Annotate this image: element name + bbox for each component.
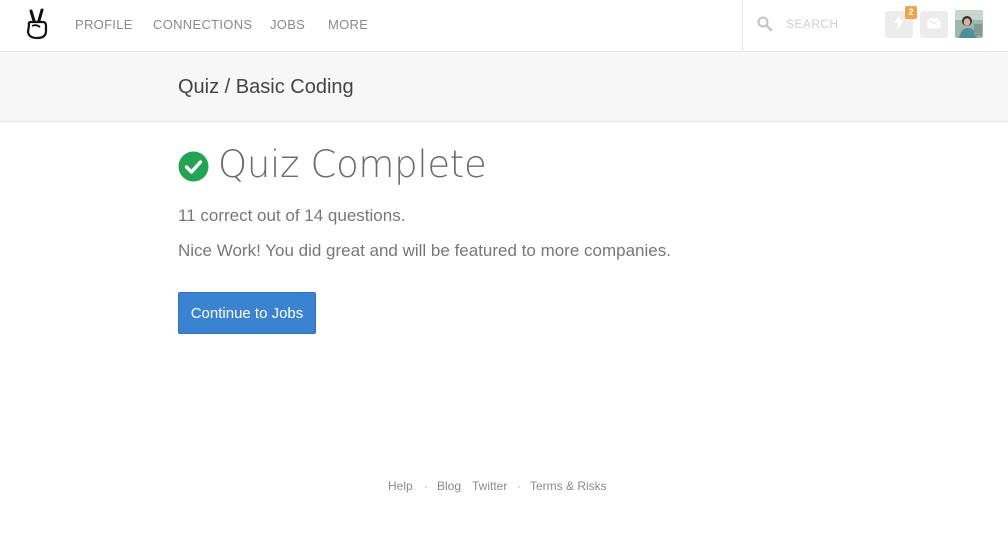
page-header: Quiz / Basic Coding [0,52,1008,122]
page-title: Quiz Complete [218,143,487,186]
nav-more[interactable]: MORE [328,17,368,32]
footer-separator: · [517,479,521,493]
check-circle-icon [178,151,209,182]
envelope-icon [927,16,941,34]
footer-link-terms[interactable]: Terms & Risks [530,479,607,493]
nav-connections[interactable]: CONNECTIONS [153,17,252,32]
messages-button[interactable] [920,11,948,38]
score-text: 11 correct out of 14 questions. [178,206,406,225]
user-avatar[interactable] [955,10,983,38]
footer-link-twitter[interactable]: Twitter [472,479,507,493]
nav-divider [742,0,743,51]
top-navigation: PROFILE CONNECTIONS JOBS MORE 2 [0,0,1008,52]
nav-profile[interactable]: PROFILE [75,17,133,32]
peace-hand-logo-icon[interactable] [24,8,50,40]
footer-link-blog[interactable]: Blog [437,479,461,493]
footer-separator: · [424,479,428,493]
notification-count-badge: 2 [905,6,917,19]
result-message: Nice Work! You did great and will be fea… [178,241,671,260]
search-input[interactable] [786,15,874,33]
search-icon[interactable] [756,15,774,33]
nav-jobs[interactable]: JOBS [270,17,305,32]
footer-link-help[interactable]: Help [388,479,413,493]
continue-to-jobs-button[interactable]: Continue to Jobs [178,292,316,334]
lightning-icon [893,14,905,35]
breadcrumb: Quiz / Basic Coding [178,76,354,98]
